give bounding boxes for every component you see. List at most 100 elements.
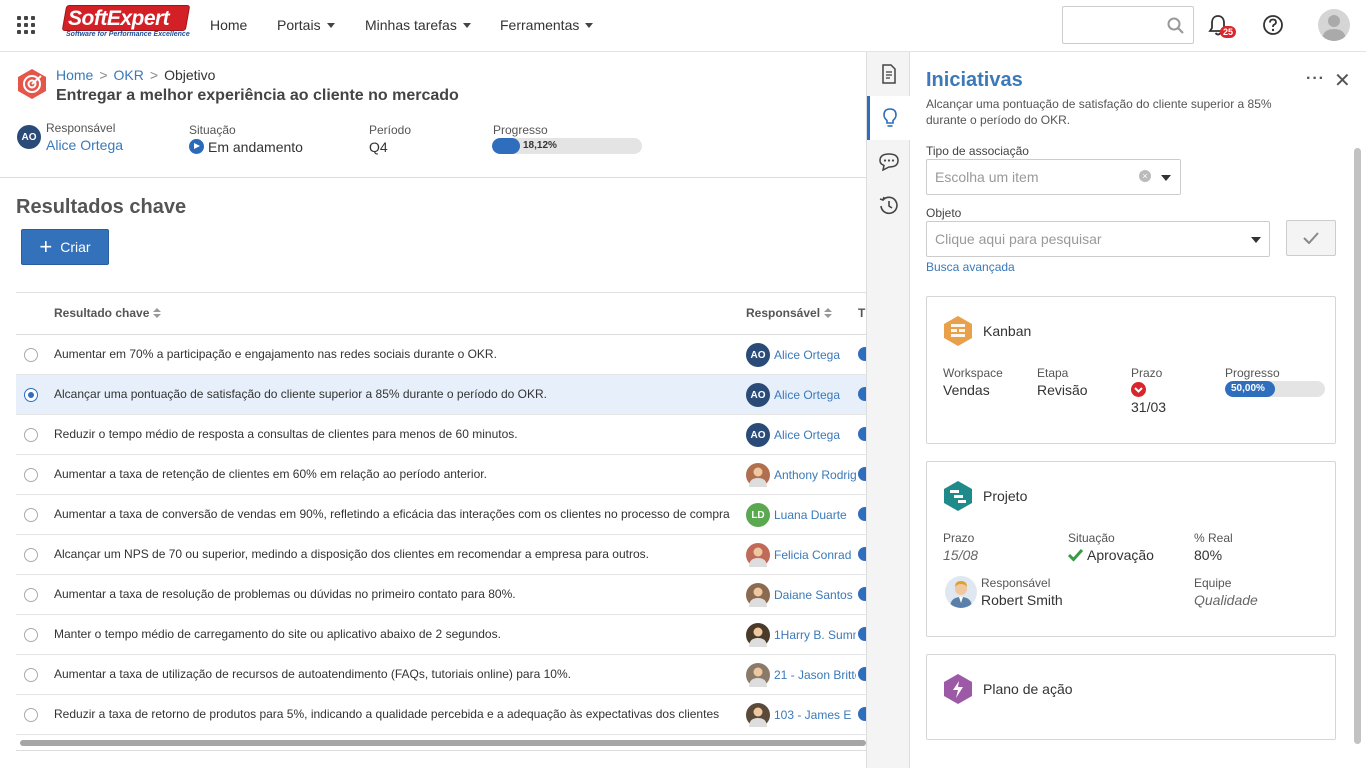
row-responsavel-link[interactable]: 103 - James E: [774, 708, 851, 722]
column-truncated[interactable]: T: [858, 306, 865, 320]
row-radio[interactable]: [24, 428, 38, 442]
row-responsavel-link[interactable]: Alice Ortega: [774, 428, 840, 442]
row-radio[interactable]: [24, 348, 38, 362]
projeto-resp-link[interactable]: Robert Smith: [981, 592, 1063, 608]
table-row[interactable]: Reduzir o tempo médio de resposta a cons…: [16, 415, 872, 455]
row-radio[interactable]: [24, 548, 38, 562]
rail-history-button[interactable]: [867, 184, 910, 228]
column-responsavel[interactable]: Responsável: [746, 306, 833, 320]
table-row[interactable]: Alcançar uma pontuação de satisfação do …: [16, 375, 872, 415]
table-row[interactable]: Aumentar a taxa de resolução de problema…: [16, 575, 872, 615]
row-responsavel-link[interactable]: Anthony Rodrigues: [774, 468, 856, 482]
row-responsavel-link[interactable]: Luana Duarte: [774, 508, 847, 522]
row-responsavel: AO Alice Ortega: [746, 423, 856, 447]
row-avatar: LD: [746, 503, 770, 527]
table-row[interactable]: Manter o tempo médio de carregamento do …: [16, 615, 872, 655]
initiatives-panel: Iniciativas ··· ✕ Alcançar uma pontuação…: [910, 52, 1366, 768]
key-result-text[interactable]: Reduzir o tempo médio de resposta a cons…: [54, 427, 730, 441]
plus-icon: +: [39, 234, 53, 259]
responsavel-link[interactable]: Alice Ortega: [46, 137, 123, 153]
key-result-text[interactable]: Aumentar a taxa de conversão de vendas e…: [54, 507, 730, 521]
key-result-text[interactable]: Aumentar a taxa de retenção de clientes …: [54, 467, 730, 481]
table-row[interactable]: Aumentar a taxa de retenção de clientes …: [16, 455, 872, 495]
panel-title: Iniciativas: [926, 69, 1023, 91]
row-responsavel-link[interactable]: Daiane Santos: [774, 588, 853, 602]
create-button[interactable]: + Criar: [21, 229, 109, 265]
periodo-label: Período: [369, 123, 412, 137]
table-row[interactable]: Reduzir a taxa de retorno de produtos pa…: [16, 695, 872, 735]
rail-comments-button[interactable]: [867, 140, 910, 184]
chevron-down-icon: [585, 23, 594, 28]
plano-acao-card[interactable]: Plano de ação: [926, 654, 1336, 740]
periodo-value: Q4: [369, 139, 388, 155]
row-responsavel: AO Alice Ortega: [746, 383, 856, 407]
row-responsavel-link[interactable]: 1Harry B. Summers: [774, 628, 856, 642]
softexpert-logo[interactable]: SoftExpert Software for Performance Exce…: [61, 5, 191, 41]
projeto-icon: [944, 481, 972, 511]
horizontal-scrollbar[interactable]: [20, 740, 866, 746]
panel-vertical-scrollbar[interactable]: [1354, 148, 1361, 744]
nav-home[interactable]: Home: [210, 17, 247, 33]
panel-subtitle: Alcançar uma pontuação de satisfação do …: [926, 97, 1272, 127]
assoc-type-select[interactable]: Escolha um item ×: [926, 159, 1181, 195]
projeto-card[interactable]: Projeto Prazo 15/08 Situação Aprovação %…: [926, 461, 1336, 637]
nav-portais[interactable]: Portais: [277, 17, 335, 33]
close-icon[interactable]: ✕: [1334, 68, 1351, 93]
row-responsavel-link[interactable]: 21 - Jason Britton: [774, 668, 856, 682]
row-radio[interactable]: [24, 668, 38, 682]
table-row[interactable]: Aumentar em 70% a participação e engajam…: [16, 335, 872, 375]
key-result-text[interactable]: Reduzir a taxa de retorno de produtos pa…: [54, 707, 730, 721]
table-row[interactable]: Aumentar a taxa de utilização de recurso…: [16, 655, 872, 695]
document-icon: [881, 64, 896, 84]
projeto-resp-label: Responsável: [981, 576, 1051, 590]
nav-ferramentas[interactable]: Ferramentas: [500, 17, 594, 33]
row-responsavel: Felicia Conrad: [746, 543, 856, 567]
progress-fill: [492, 138, 520, 154]
row-responsavel: LD Luana Duarte: [746, 503, 856, 527]
advanced-search-link[interactable]: Busca avançada: [926, 260, 1015, 274]
situacao-label: Situação: [189, 123, 236, 137]
row-avatar: [746, 703, 770, 727]
play-status-icon: [189, 139, 204, 154]
table-row[interactable]: Aumentar a taxa de conversão de vendas e…: [16, 495, 872, 535]
breadcrumb-home[interactable]: Home: [56, 67, 93, 83]
help-button[interactable]: [1262, 14, 1284, 39]
more-options-icon[interactable]: ···: [1306, 70, 1325, 88]
row-radio[interactable]: [24, 508, 38, 522]
clear-icon[interactable]: ×: [1139, 170, 1151, 182]
user-avatar[interactable]: [1318, 9, 1350, 41]
row-radio[interactable]: [24, 628, 38, 642]
global-search-input[interactable]: [1062, 6, 1194, 44]
table-header: Resultado chave Responsável T: [16, 292, 866, 335]
rail-initiatives-button[interactable]: [867, 96, 910, 140]
row-responsavel-link[interactable]: Alice Ortega: [774, 348, 840, 362]
row-responsavel-link[interactable]: Alice Ortega: [774, 388, 840, 402]
key-result-text[interactable]: Manter o tempo médio de carregamento do …: [54, 627, 730, 641]
objeto-search-select[interactable]: Clique aqui para pesquisar: [926, 221, 1270, 257]
row-radio[interactable]: [24, 468, 38, 482]
key-result-text[interactable]: Alcançar uma pontuação de satisfação do …: [54, 387, 730, 401]
row-radio[interactable]: [24, 388, 38, 402]
column-resultado-chave[interactable]: Resultado chave: [54, 306, 162, 320]
row-radio[interactable]: [24, 708, 38, 722]
kanban-card[interactable]: Kanban Workspace Vendas Etapa Revisão Pr…: [926, 296, 1336, 444]
key-result-text[interactable]: Aumentar em 70% a participação e engajam…: [54, 347, 730, 361]
key-result-text[interactable]: Aumentar a taxa de resolução de problema…: [54, 587, 730, 601]
row-responsavel-link[interactable]: Felicia Conrad: [774, 548, 851, 562]
header-divider: [0, 177, 866, 178]
row-avatar: AO: [746, 423, 770, 447]
projeto-situacao-label: Situação: [1068, 531, 1115, 545]
apps-grid-icon[interactable]: [17, 16, 35, 34]
top-navigation-bar: SoftExpert Software for Performance Exce…: [0, 0, 1366, 52]
nav-minhas-tarefas[interactable]: Minhas tarefas: [365, 17, 471, 33]
row-radio[interactable]: [24, 588, 38, 602]
logo-tagline: Software for Performance Excellence: [66, 31, 190, 38]
confirm-button[interactable]: [1286, 220, 1336, 256]
key-result-text[interactable]: Alcançar um NPS de 70 ou superior, medin…: [54, 547, 730, 561]
rail-details-button[interactable]: [867, 52, 910, 96]
key-result-text[interactable]: Aumentar a taxa de utilização de recurso…: [54, 667, 730, 681]
kanban-progress-bar: 50,00%: [1225, 381, 1325, 397]
page-title: Entregar a melhor experiência ao cliente…: [56, 87, 459, 104]
breadcrumb-okr[interactable]: OKR: [114, 67, 144, 83]
table-row[interactable]: Alcançar um NPS de 70 ou superior, medin…: [16, 535, 872, 575]
